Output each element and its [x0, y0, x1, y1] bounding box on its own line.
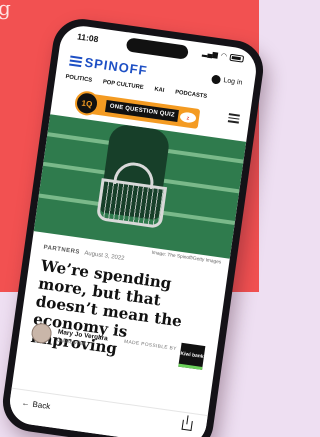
- nav-item-pop-culture[interactable]: POP CULTURE: [102, 79, 143, 91]
- dynamic-island: [125, 37, 189, 60]
- site-logo[interactable]: SPINOFF: [69, 53, 149, 79]
- article-category[interactable]: PARTNERS: [43, 245, 80, 256]
- nav-item-kai[interactable]: KAI: [154, 87, 165, 94]
- login-label: Log in: [222, 77, 243, 87]
- share-icon[interactable]: [181, 419, 193, 432]
- back-button[interactable]: ← Back: [21, 398, 51, 411]
- article-date: August 3, 2022: [83, 250, 125, 262]
- shopping-basket: [95, 178, 168, 229]
- nav-item-podcasts[interactable]: PODCASTS: [175, 89, 208, 99]
- status-time: 11:08: [76, 31, 100, 45]
- signal-icon: ▂▄▆: [201, 49, 219, 60]
- background-decoration: g: [0, 0, 11, 20]
- battery-icon: [229, 53, 245, 63]
- bottom-toolbar: ← Back: [6, 387, 208, 437]
- logo-text: SPINOFF: [83, 54, 149, 79]
- status-icons: ▂▄▆ ◠: [202, 49, 245, 63]
- quiz-badge: 1Q: [73, 89, 101, 117]
- nav-item-politics[interactable]: POLITICS: [65, 74, 92, 84]
- hamburger-menu-icon[interactable]: [227, 113, 240, 124]
- back-label: Back: [31, 399, 51, 412]
- hero-image: [33, 114, 247, 259]
- back-arrow-icon: ←: [21, 398, 31, 409]
- login-button[interactable]: Log in: [210, 74, 243, 87]
- user-icon: [210, 74, 222, 85]
- quiz-sponsor-logo: Z: [179, 111, 197, 124]
- logo-mark-icon: [69, 55, 83, 67]
- wifi-icon: ◠: [220, 52, 228, 61]
- author-avatar: [30, 321, 53, 345]
- sponsor-logo[interactable]: Kiwi bank: [178, 342, 206, 370]
- quiz-title: ONE QUESTION QUIZ: [104, 100, 180, 123]
